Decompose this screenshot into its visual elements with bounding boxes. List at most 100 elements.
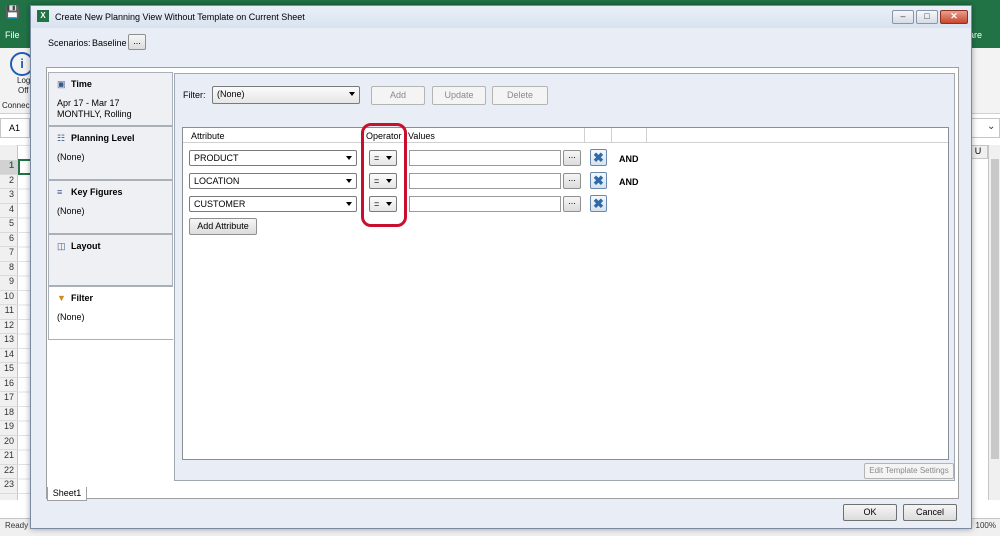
attribute-value: CUSTOMER xyxy=(194,199,246,209)
zoom-level[interactable]: 100% xyxy=(976,521,996,530)
row-number[interactable]: 4 xyxy=(0,204,18,218)
attribute-select[interactable]: LOCATION xyxy=(189,173,357,189)
row-number[interactable]: 17 xyxy=(0,392,18,407)
and-connector: AND xyxy=(619,154,639,164)
list-icon: ≡ xyxy=(57,187,63,197)
attribute-select[interactable]: CUSTOMER xyxy=(189,196,357,212)
attribute-select[interactable]: PRODUCT xyxy=(189,150,357,166)
row-number[interactable]: 1 xyxy=(0,160,18,175)
attribute-value: LOCATION xyxy=(194,176,240,186)
nav-item-planning-level[interactable]: ☷ Planning Level (None) xyxy=(48,126,173,180)
column-header-values: Values xyxy=(408,131,435,141)
delete-row-icon[interactable]: ✖ xyxy=(590,172,607,189)
values-input[interactable] xyxy=(409,173,561,189)
row-number[interactable]: 21 xyxy=(0,450,18,465)
row-number[interactable]: 22 xyxy=(0,465,18,479)
row-number[interactable]: 5 xyxy=(0,218,18,233)
maximize-button[interactable]: □ xyxy=(916,10,938,24)
nav-detail: (None) xyxy=(57,312,85,322)
scenarios-browse-button[interactable]: ... xyxy=(128,34,146,50)
clock-icon: ▣ xyxy=(57,79,66,89)
row-number[interactable]: 18 xyxy=(0,407,18,421)
row-number[interactable]: 15 xyxy=(0,363,18,378)
nav-item-filter[interactable]: ▼ Filter (None) xyxy=(48,286,173,340)
column-divider xyxy=(584,128,585,142)
ok-button[interactable]: OK xyxy=(843,504,897,521)
dialog-title: Create New Planning View Without Templat… xyxy=(55,12,305,22)
status-ready: Ready xyxy=(5,521,29,530)
row-number[interactable]: 8 xyxy=(0,262,18,276)
row-number[interactable]: 7 xyxy=(0,247,18,262)
row-number[interactable]: 13 xyxy=(0,334,18,349)
row-header: 1 2 3 4 5 6 7 8 9 10 11 12 13 14 15 16 17 18 19 20 21 22 23 xyxy=(0,145,18,500)
row-number[interactable]: 2 xyxy=(0,175,18,189)
row-number[interactable]: 23 xyxy=(0,479,18,494)
chevron-down-icon xyxy=(349,92,355,96)
values-browse-button[interactable]: ... xyxy=(563,173,581,189)
logoff-label: Log xyxy=(17,76,31,85)
row-number[interactable]: 9 xyxy=(0,276,18,291)
filter-selected: (None) xyxy=(217,89,245,99)
nav-item-time[interactable]: ▣ Time Apr 17 - Mar 17 MONTHLY, Rolling xyxy=(48,72,173,126)
values-input[interactable] xyxy=(409,196,561,212)
values-browse-button[interactable]: ... xyxy=(563,196,581,212)
values-input[interactable] xyxy=(409,150,561,166)
nav-detail: MONTHLY, Rolling xyxy=(57,109,132,119)
nav-detail: (None) xyxy=(57,152,85,162)
nav-title: Filter xyxy=(71,293,94,303)
row-number[interactable]: 14 xyxy=(0,349,18,363)
row-number[interactable]: 3 xyxy=(0,189,18,204)
scenarios-label: Scenarios: xyxy=(48,38,91,48)
nav-title: Layout xyxy=(71,241,101,251)
row-number[interactable]: 11 xyxy=(0,305,18,320)
delete-row-icon[interactable]: ✖ xyxy=(590,149,607,166)
logoff-label-2: Off xyxy=(18,86,29,95)
vertical-scrollbar[interactable] xyxy=(988,145,1000,500)
close-button[interactable]: ✕ xyxy=(940,10,968,24)
connect-label: Connec xyxy=(2,101,30,110)
nav-item-key-figures[interactable]: ≡ Key Figures (None) xyxy=(48,180,173,234)
operator-highlight xyxy=(361,123,407,227)
delete-filter-button[interactable]: Delete xyxy=(492,86,548,105)
cancel-button[interactable]: Cancel xyxy=(903,504,957,521)
and-connector: AND xyxy=(619,177,639,187)
planning-view-dialog: X Create New Planning View Without Templ… xyxy=(30,5,972,529)
values-browse-button[interactable]: ... xyxy=(563,150,581,166)
column-header-attribute: Attribute xyxy=(191,131,225,141)
save-icon[interactable]: 💾 xyxy=(5,5,20,19)
row-number[interactable]: 20 xyxy=(0,436,18,450)
row-number[interactable]: 19 xyxy=(0,421,18,436)
excel-app-icon: X xyxy=(37,10,49,22)
chevron-down-icon[interactable]: ⌄ xyxy=(987,121,995,132)
delete-row-icon[interactable]: ✖ xyxy=(590,195,607,212)
nav-title: Planning Level xyxy=(71,133,135,143)
nav-detail: (None) xyxy=(57,206,85,216)
update-filter-button[interactable]: Update xyxy=(432,86,486,105)
minimize-button[interactable]: – xyxy=(892,10,914,24)
sheet-tab[interactable]: Sheet1 xyxy=(47,487,87,501)
chevron-down-icon xyxy=(346,202,352,206)
row-number[interactable]: 12 xyxy=(0,320,18,334)
nav-title: Key Figures xyxy=(71,187,123,197)
scrollbar-thumb[interactable] xyxy=(991,159,999,459)
column-divider xyxy=(611,128,612,142)
chevron-down-icon xyxy=(346,179,352,183)
row-number[interactable]: 16 xyxy=(0,378,18,392)
row-number[interactable]: 10 xyxy=(0,291,18,305)
file-tab[interactable]: File xyxy=(5,30,20,40)
scenarios-value: Baseline xyxy=(92,38,127,48)
add-attribute-button[interactable]: Add Attribute xyxy=(189,218,257,235)
edit-template-settings-button[interactable]: Edit Template Settings xyxy=(864,463,954,479)
name-box[interactable]: A1 xyxy=(0,118,30,138)
add-filter-button[interactable]: Add xyxy=(371,86,425,105)
hierarchy-icon: ☷ xyxy=(57,133,66,143)
filter-label: Filter: xyxy=(183,90,206,100)
nav-title: Time xyxy=(71,79,92,89)
filter-dropdown[interactable]: (None) xyxy=(212,86,360,104)
nav-item-layout[interactable]: ◫ Layout xyxy=(48,234,173,286)
row-number[interactable]: 6 xyxy=(0,233,18,247)
filter-panel: Filter: (None) Add Update Delete Attribu… xyxy=(174,73,955,481)
funnel-icon: ▼ xyxy=(57,293,66,303)
attribute-value: PRODUCT xyxy=(194,153,239,163)
column-divider xyxy=(646,128,647,142)
